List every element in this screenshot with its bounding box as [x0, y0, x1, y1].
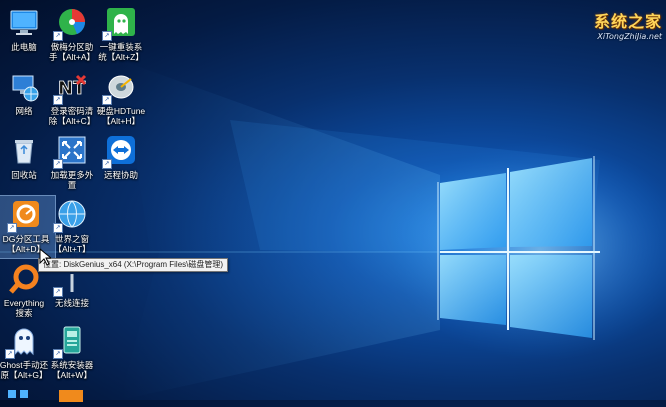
shortcut-arrow-icon: ↗: [7, 223, 17, 233]
desktop-icon-system-installer[interactable]: ↗ 系统安装器 【Alt+W】: [43, 322, 101, 384]
desktop-icon-world-window[interactable]: ↗ 世界之窗 【Alt+T】: [43, 196, 101, 258]
recycle-bin-icon: [7, 134, 41, 168]
browser-globe-icon: ↗: [53, 198, 89, 233]
shortcut-arrow-icon: ↗: [53, 287, 63, 297]
mouse-cursor-icon: [39, 248, 51, 266]
shortcut-arrow-icon: ↗: [102, 159, 112, 169]
shortcut-arrow-icon: ↗: [53, 349, 63, 359]
icon-label: 远程协助: [103, 170, 138, 180]
computer-icon: [7, 6, 41, 40]
teamviewer-icon: ↗: [102, 134, 138, 169]
everything-search-icon: [7, 262, 41, 296]
shortcut-arrow-icon: ↗: [102, 31, 112, 41]
shortcut-arrow-icon: ↗: [53, 31, 63, 41]
file-location-tooltip: 位置: DiskGenius_x64 (X:\Program Files\磁盘管…: [38, 258, 229, 272]
shortcut-arrow-icon: ↗: [53, 95, 63, 105]
shortcut-arrow-icon: ↗: [5, 349, 15, 359]
installer-icon: ↗: [53, 324, 89, 359]
desktop-icon-hdtune[interactable]: ↗ 硬盘HDTune 【Alt+H】: [92, 68, 150, 130]
diskgenius-icon: ↗: [7, 198, 43, 233]
desktop-icon-remote-assist[interactable]: ↗ 远程协助: [92, 132, 150, 194]
ghost-manual-icon: ↗: [5, 324, 41, 359]
network-globe-icon: [7, 70, 41, 104]
shortcut-arrow-icon: ↗: [53, 223, 63, 233]
desktop-icons: 此电脑 网络 回收站 ↗ DG分区工具 【Alt+D】 Everything 搜…: [0, 0, 666, 402]
icon-label: 一键重装系 统【Alt+Z】: [98, 42, 144, 62]
partition-disk-icon: ↗: [53, 6, 89, 41]
icon-label: 无线连接: [54, 298, 89, 308]
shortcut-arrow-icon: ↗: [53, 159, 63, 169]
hdtune-icon: ↗: [102, 70, 138, 105]
shortcut-arrow-icon: ↗: [102, 95, 112, 105]
icon-label: 世界之窗 【Alt+T】: [53, 234, 91, 254]
desktop-icon-one-click-reinstall[interactable]: ↗ 一键重装系 统【Alt+Z】: [92, 4, 150, 66]
expand-arrows-icon: ↗: [53, 134, 89, 169]
icon-label: 硬盘HDTune 【Alt+H】: [96, 106, 146, 126]
nt-password-icon: NT ↗: [53, 70, 89, 105]
icon-label: 系统安装器 【Alt+W】: [50, 360, 94, 380]
ghost-icon: ↗: [102, 6, 138, 41]
